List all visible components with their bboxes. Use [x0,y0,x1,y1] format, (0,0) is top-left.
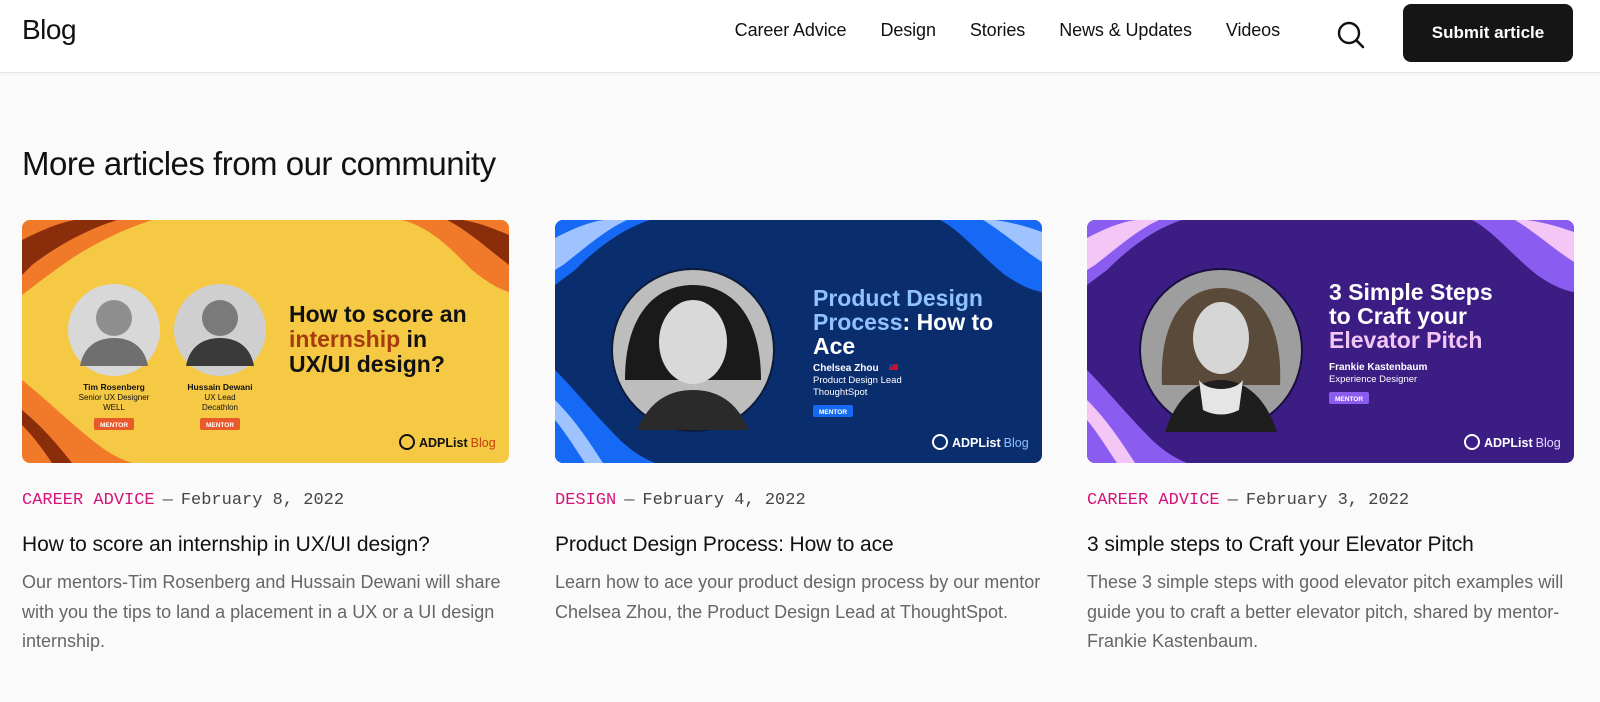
submit-article-button[interactable]: Submit article [1403,4,1573,62]
article-meta: CAREER ADVICE — February 8, 2022 [22,491,345,510]
article-card[interactable]: Tim Rosenberg Senior UX Designer WELL ME… [22,220,509,657]
top-navigation-bar: Blog Career Advice Design Stories News &… [0,0,1600,73]
article-title[interactable]: Product Design Process: How to ace [555,533,1042,557]
thumbnail-heading-line-2: to Craft your [1329,303,1467,329]
nav-stories[interactable]: Stories [970,20,1025,41]
article-description: These 3 simple steps with good elevator … [1087,572,1564,651]
person-role: UX Lead [204,393,235,402]
article-thumbnail[interactable]: Tim Rosenberg Senior UX Designer WELL ME… [22,220,509,463]
article-date: February 4, 2022 [642,491,806,510]
blog-logo[interactable]: Blog [22,14,77,46]
thumbnail-heading-highlight: internship [289,326,400,352]
thumbnail-heading-line-3: Ace [813,333,855,359]
thumbnail-heading-line-1: Product Design [813,285,983,311]
article-category[interactable]: CAREER ADVICE [22,491,155,510]
person-name: Tim Rosenberg [83,382,145,392]
adplist-logo: ADPList Blog [419,436,496,450]
article-meta: CAREER ADVICE — February 3, 2022 [1087,491,1410,510]
person-org: ThoughtSpot [813,387,868,398]
article-card[interactable]: 3 Simple Steps to Craft your Elevator Pi… [1087,220,1574,657]
thumbnail-heading-line-3: UX/UI design? [289,351,445,377]
article-date: February 3, 2022 [1245,491,1410,510]
article-title[interactable]: How to score an internship in UX/UI desi… [22,533,509,557]
article-thumbnail[interactable]: Product Design Process: How to Ace Chels… [555,220,1042,463]
article-description: Our mentors-Tim Rosenberg and Hussain De… [22,572,501,651]
person-org: WELL [103,403,125,412]
thumbnail-heading-line-3: Elevator Pitch [1329,327,1482,353]
article-card[interactable]: Product Design Process: How to Ace Chels… [555,220,1042,627]
nav-career-advice[interactable]: Career Advice [735,20,847,41]
person-role: Product Design Lead [813,375,902,386]
article-meta: DESIGN — February 4, 2022 [555,491,806,510]
nav-videos[interactable]: Videos [1226,20,1280,41]
person-name: Chelsea Zhou [813,363,879,374]
article-category[interactable]: CAREER ADVICE [1087,491,1220,510]
mentor-badge: MENTOR [819,409,847,416]
nav-design[interactable]: Design [880,20,936,41]
search-icon[interactable] [1336,20,1366,50]
person-org: Decathlon [202,403,238,412]
thumbnail-heading-line-1: 3 Simple Steps [1329,279,1493,305]
adplist-logo: ADPList Blog [1484,436,1561,450]
person-role: Senior UX Designer [79,393,150,402]
mentor-badge: MENTOR [206,422,234,429]
article-thumbnail[interactable]: 3 Simple Steps to Craft your Elevator Pi… [1087,220,1574,463]
article-date: February 8, 2022 [180,491,345,510]
adplist-logo: ADPList Blog [952,436,1029,450]
article-category[interactable]: DESIGN [555,491,616,510]
person-role: Experience Designer [1329,374,1417,385]
thumbnail-heading-line-2: Process: How to [813,309,993,335]
section-title: More articles from our community [22,145,496,182]
primary-nav: Career Advice Design Stories News & Upda… [735,20,1280,41]
article-description: Learn how to ace your product design pro… [555,572,1041,622]
thumbnail-heading-line-1: How to score an [289,301,467,327]
mentor-badge: MENTOR [100,422,128,429]
person-name: Hussain Dewani [187,382,252,392]
thumbnail-heading-line-2: internship in [289,326,427,352]
article-title[interactable]: 3 simple steps to Craft your Elevator Pi… [1087,533,1574,557]
mentor-badge: MENTOR [1335,396,1363,403]
nav-news-updates[interactable]: News & Updates [1059,20,1192,41]
person-name: Frankie Kastenbaum [1329,362,1427,373]
